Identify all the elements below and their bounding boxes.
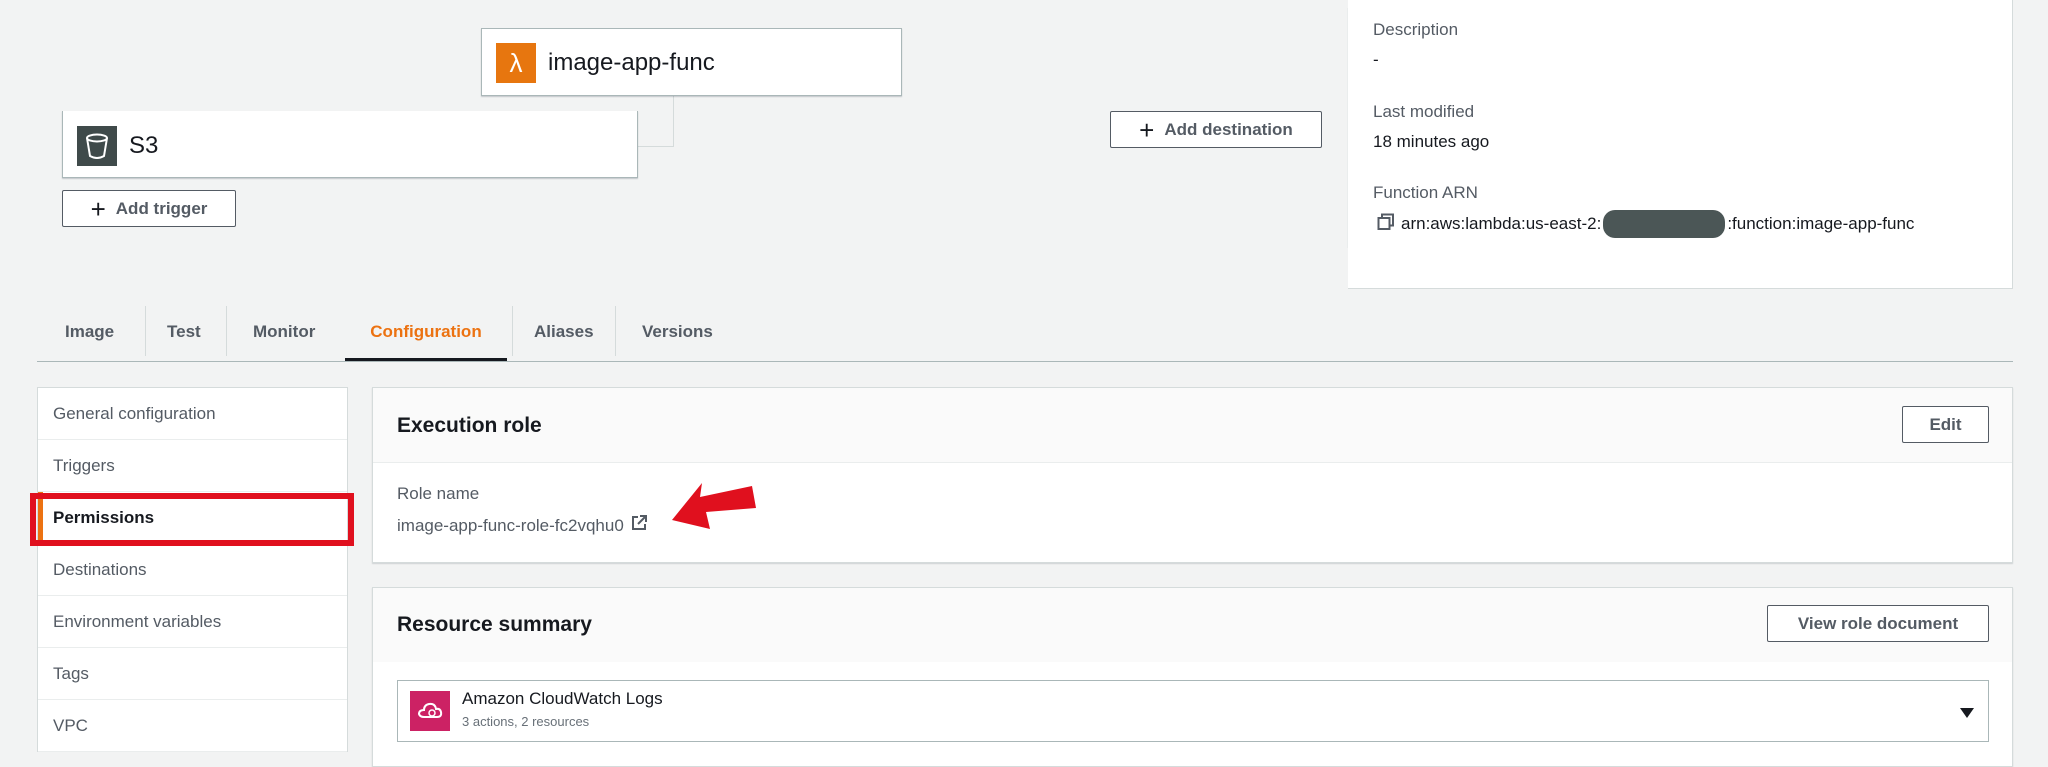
tab-image[interactable]: Image bbox=[65, 302, 114, 361]
execution-role-panel: Execution role Edit Role name image-app-… bbox=[372, 387, 2013, 563]
description-value: - bbox=[1373, 50, 1379, 69]
tab-configuration[interactable]: Configuration bbox=[345, 302, 507, 361]
description-label: Description bbox=[1373, 20, 1459, 39]
tab-separator bbox=[226, 306, 227, 356]
tab-monitor[interactable]: Monitor bbox=[253, 302, 315, 361]
diagram-connector bbox=[638, 94, 674, 147]
sidebar-item-triggers[interactable]: Triggers bbox=[38, 440, 347, 492]
annotation-arrow-icon bbox=[672, 483, 756, 529]
function-arn: arn:aws:lambda:us-east-2: :function:imag… bbox=[1377, 210, 1914, 238]
cloudwatch-logs-icon bbox=[410, 691, 450, 731]
configuration-sidebar: General configuration Triggers Permissio… bbox=[37, 387, 348, 752]
function-node[interactable]: λ image-app-func bbox=[481, 28, 902, 96]
sidebar-item-vpc[interactable]: VPC bbox=[38, 700, 347, 752]
function-arn-label: Function ARN bbox=[1373, 183, 1478, 202]
tab-separator bbox=[512, 306, 513, 356]
plus-icon: + bbox=[90, 193, 106, 224]
tab-aliases[interactable]: Aliases bbox=[534, 302, 594, 361]
sidebar-item-tags[interactable]: Tags bbox=[38, 648, 347, 700]
tab-bar bbox=[37, 302, 2013, 362]
sidebar-item-general-configuration[interactable]: General configuration bbox=[38, 388, 347, 440]
role-name-label: Role name bbox=[397, 484, 480, 503]
tab-test[interactable]: Test bbox=[167, 302, 201, 361]
service-name: Amazon CloudWatch Logs bbox=[462, 689, 663, 708]
edit-button[interactable]: Edit bbox=[1902, 406, 1989, 443]
sidebar-item-environment-variables[interactable]: Environment variables bbox=[38, 596, 347, 648]
last-modified-label: Last modified bbox=[1373, 102, 1475, 121]
tab-separator bbox=[615, 306, 616, 356]
sidebar-item-destinations[interactable]: Destinations bbox=[38, 544, 347, 596]
redacted-account-id bbox=[1603, 210, 1726, 238]
caret-down-icon[interactable] bbox=[1960, 705, 1974, 723]
add-destination-label: Add destination bbox=[1164, 119, 1293, 139]
function-node-label: image-app-func bbox=[548, 49, 715, 76]
service-row-cloudwatch[interactable]: Amazon CloudWatch Logs 3 actions, 2 reso… bbox=[397, 680, 1989, 742]
tab-versions[interactable]: Versions bbox=[642, 302, 713, 361]
execution-role-title: Execution role bbox=[397, 414, 542, 437]
view-role-document-button[interactable]: View role document bbox=[1767, 605, 1989, 642]
resource-summary-panel: Resource summary View role document Amaz… bbox=[372, 587, 2013, 767]
service-detail: 3 actions, 2 resources bbox=[462, 714, 590, 729]
s3-bucket-icon bbox=[77, 126, 117, 166]
panel-header bbox=[373, 388, 2012, 463]
copy-icon[interactable] bbox=[1377, 213, 1395, 236]
trigger-node-s3[interactable]: S3 bbox=[62, 111, 638, 178]
role-name-link[interactable]: image-app-func-role-fc2vqhu0 bbox=[397, 514, 648, 537]
divider bbox=[1347, 8, 1348, 248]
add-trigger-button[interactable]: + Add trigger bbox=[62, 190, 236, 227]
plus-icon: + bbox=[1139, 114, 1155, 145]
trigger-node-label: S3 bbox=[129, 132, 159, 159]
role-name-value: image-app-func-role-fc2vqhu0 bbox=[397, 515, 624, 535]
arn-prefix: arn:aws:lambda:us-east-2: bbox=[1401, 214, 1602, 233]
lambda-icon: λ bbox=[496, 43, 536, 83]
external-link-icon bbox=[630, 514, 648, 537]
last-modified-value: 18 minutes ago bbox=[1373, 132, 1490, 151]
add-destination-button[interactable]: + Add destination bbox=[1110, 111, 1322, 148]
arn-suffix: :function:image-app-func bbox=[1727, 214, 1915, 233]
resource-summary-title: Resource summary bbox=[397, 613, 592, 636]
tab-separator bbox=[145, 306, 146, 356]
annotation-highlight-box bbox=[30, 493, 354, 546]
add-trigger-label: Add trigger bbox=[115, 198, 208, 218]
